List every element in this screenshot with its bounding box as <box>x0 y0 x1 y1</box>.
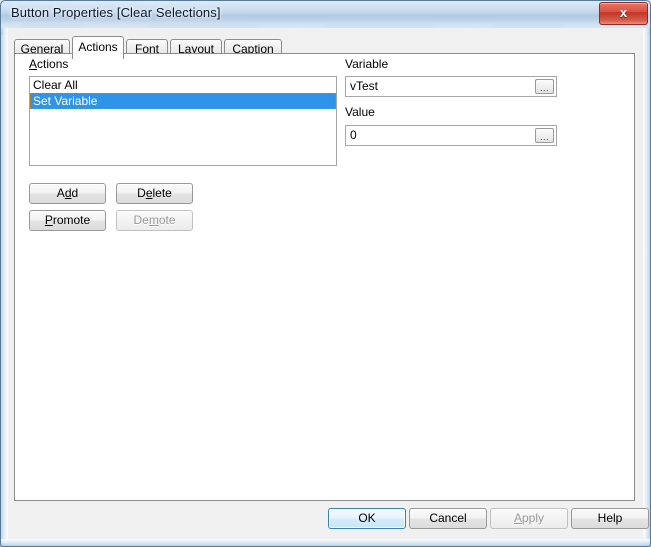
window-frame-left <box>0 28 8 547</box>
dialog-command-bar: OK Cancel Apply Help <box>8 501 649 539</box>
button-properties-dialog: Button Properties [Clear Selections] x G… <box>0 0 651 547</box>
list-item[interactable]: Clear All <box>30 77 336 93</box>
cancel-button[interactable]: Cancel <box>409 508 487 529</box>
actions-listbox[interactable]: Clear All Set Variable <box>29 76 337 166</box>
add-button[interactable]: Add <box>29 183 106 204</box>
list-item[interactable]: Set Variable <box>30 93 336 109</box>
tab-actions[interactable]: Actions <box>72 36 124 59</box>
promote-button[interactable]: Promote <box>29 210 106 231</box>
window-title: Button Properties [Clear Selections] <box>11 5 221 20</box>
desktop-background: Button Properties [Clear Selections] x G… <box>0 0 651 547</box>
value-field[interactable]: ... <box>345 125 557 146</box>
accelerator-letter: d <box>64 186 72 200</box>
dialog-client-area: General Actions Font Layout Caption Actions … <box>8 28 649 539</box>
actions-label-rest: ctions <box>37 57 69 71</box>
value-label: Value <box>345 105 375 119</box>
value-browse-ellipsis-icon[interactable]: ... <box>535 128 554 143</box>
accelerator-letter: P <box>44 213 53 227</box>
delete-button[interactable]: Delete <box>116 183 193 204</box>
value-input[interactable] <box>346 126 537 145</box>
help-button[interactable]: Help <box>571 508 649 529</box>
accelerator-letter: A <box>513 511 522 525</box>
close-button[interactable]: x <box>599 2 648 25</box>
actions-label: Actions <box>29 57 68 71</box>
tab-page-actions: Actions Clear All Set Variable Add Delete… <box>14 53 635 501</box>
variable-browse-ellipsis-icon[interactable]: ... <box>535 79 554 94</box>
variable-field[interactable]: ... <box>345 76 557 97</box>
accelerator-letter: m <box>148 213 159 227</box>
variable-label: Variable <box>345 57 389 71</box>
demote-button: Demote <box>116 210 193 231</box>
close-x-icon: x <box>619 5 628 20</box>
window-frame-right <box>643 28 651 547</box>
accelerator-letter: e <box>145 186 153 200</box>
variable-input[interactable] <box>346 77 537 96</box>
apply-button: Apply <box>490 508 568 529</box>
ok-button[interactable]: OK <box>328 508 406 529</box>
window-frame-bottom <box>0 539 651 547</box>
title-bar: Button Properties [Clear Selections] x <box>0 0 651 28</box>
actions-label-accelerator: A <box>29 57 38 71</box>
